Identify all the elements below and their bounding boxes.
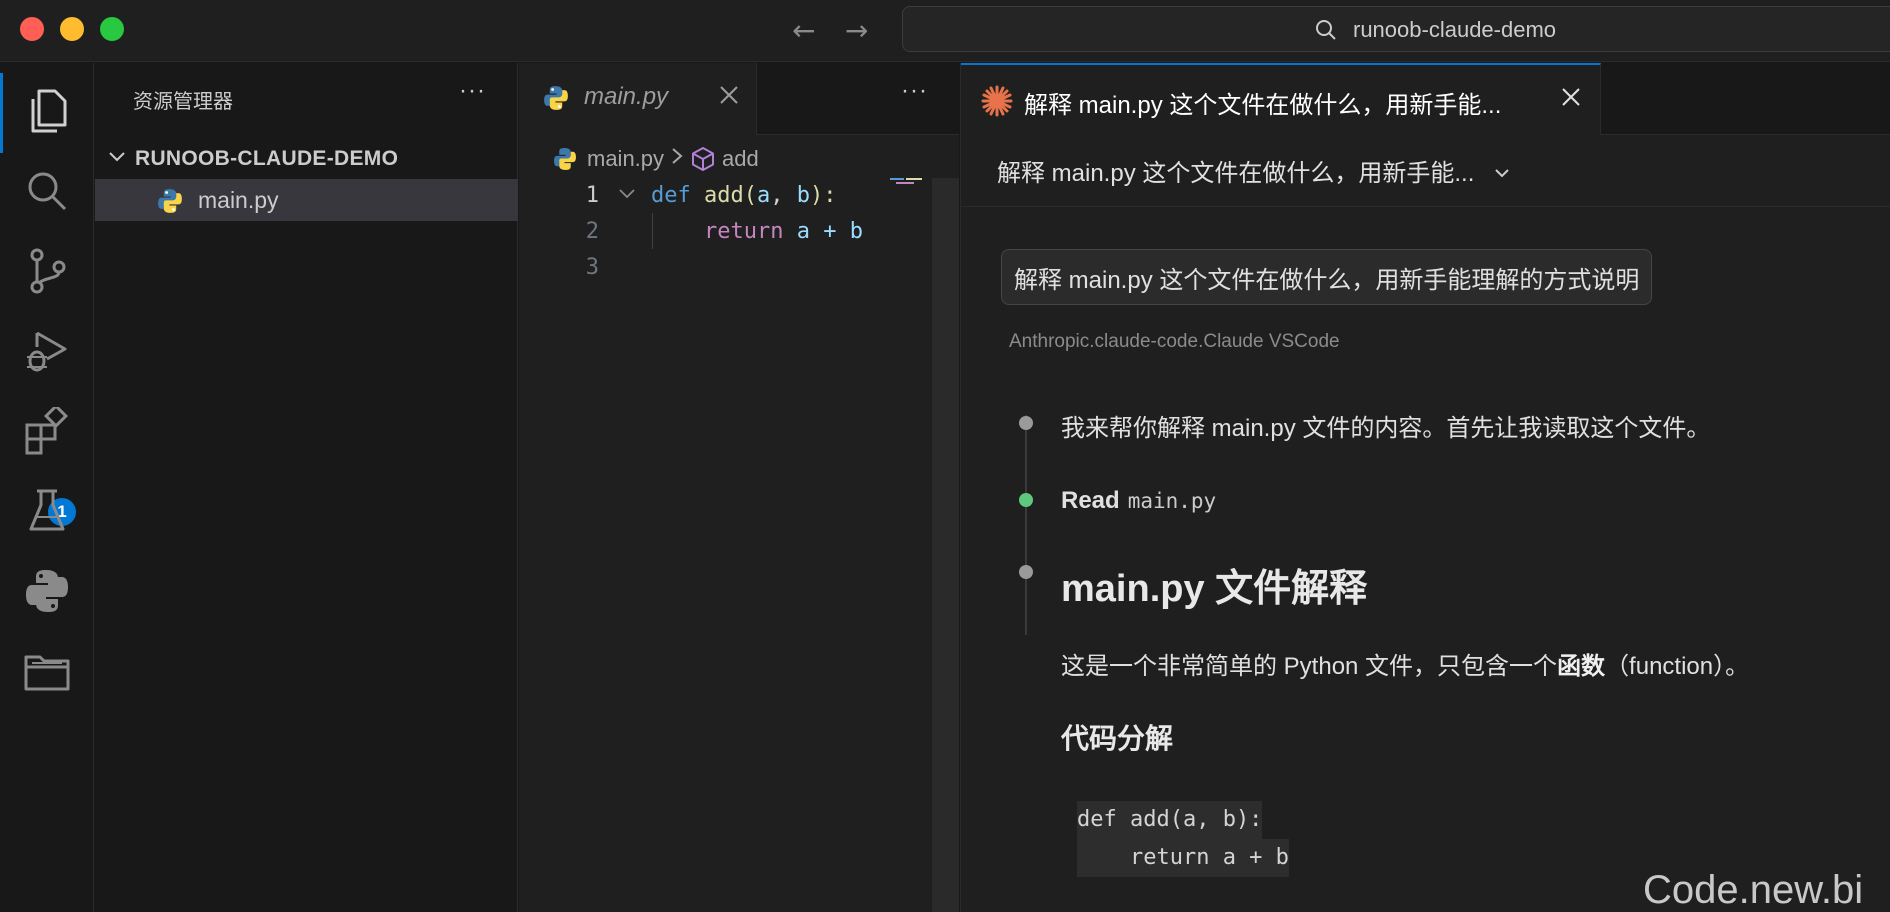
message-meta: Anthropic.claude-code.Claude VSCode: [1009, 331, 1340, 352]
timeline-dot: [1019, 416, 1033, 430]
line-number: 3: [585, 255, 599, 280]
file-name: main.py: [198, 187, 279, 213]
keyword: def: [651, 183, 691, 208]
tool-read-call[interactable]: Read main.py: [1061, 487, 1216, 515]
python-file-icon: [157, 188, 183, 219]
close-icon[interactable]: [1559, 85, 1583, 114]
tool-status-dot: [1019, 493, 1033, 507]
chevron-right-icon: [670, 146, 684, 172]
title-bar: ← → runoob-claude-demo: [0, 0, 1890, 62]
extensions-icon: [23, 403, 71, 460]
file-row-main-py[interactable]: main.py: [95, 179, 518, 221]
folder-name: RUNOOB-CLAUDE-DEMO: [135, 147, 399, 170]
param: b: [796, 183, 810, 208]
run-debug-activity[interactable]: [0, 313, 94, 393]
response-heading: main.py 文件解释: [1061, 568, 1368, 610]
breadcrumb: main.py add: [553, 143, 759, 175]
code-block-line: def add(a, b):: [1077, 801, 1263, 839]
paren: (: [743, 183, 757, 208]
forward-arrow-icon[interactable]: →: [845, 14, 868, 47]
source-control-icon: [25, 247, 69, 300]
keyword: return: [703, 219, 784, 244]
search-activity[interactable]: [0, 153, 94, 233]
tab-label: main.py: [584, 83, 669, 110]
code-block-line: return a + b: [1077, 839, 1289, 877]
para-text: 这是一个非常简单的 Python 文件，只包含一个: [1061, 653, 1558, 680]
editor-scrollbar[interactable]: [932, 178, 959, 912]
function-name: add: [704, 183, 744, 208]
minimap-line: [906, 178, 922, 180]
activity-bar: 1: [0, 63, 94, 912]
response-paragraph: 这是一个非常简单的 Python 文件，只包含一个函数（function）。: [1061, 646, 1749, 681]
chevron-down-icon: [107, 147, 127, 172]
close-window-button[interactable]: [20, 17, 44, 41]
folder-icon: [24, 651, 70, 696]
para-text: （function）。: [1605, 653, 1750, 680]
timeline-dot: [1019, 565, 1033, 579]
symbol-method-icon: [690, 146, 716, 172]
active-indicator: [0, 73, 3, 153]
code-text: def add(a, b):: [651, 183, 837, 208]
breadcrumb-file[interactable]: main.py: [587, 146, 664, 172]
session-title-dropdown[interactable]: 解释 main.py 这个文件在做什么，用新手能...: [997, 153, 1511, 189]
explorer-icon: [25, 87, 69, 140]
claude-panel: 解释 main.py 这个文件在做什么，用新手能... 解释 main.py 这…: [960, 63, 1890, 912]
para-bold: 函数: [1557, 653, 1606, 680]
explorer-activity[interactable]: [0, 73, 94, 153]
folder-activity[interactable]: [0, 633, 94, 713]
panel-tabs: 解释 main.py 这个文件在做什么，用新手能...: [961, 63, 1890, 135]
session-title-text: 解释 main.py 这个文件在做什么，用新手能...: [997, 160, 1475, 187]
source-control-activity[interactable]: [0, 233, 94, 313]
tool-file: main.py: [1127, 489, 1217, 513]
explorer-sidebar: 资源管理器 ··· RUNOOB-CLAUDE-DEMO main.py: [95, 63, 518, 912]
expression: a + b: [783, 219, 863, 244]
editor-more-button[interactable]: ···: [901, 77, 928, 105]
tab-claude-session[interactable]: 解释 main.py 这个文件在做什么，用新手能...: [961, 63, 1601, 135]
editor-tabs: main.py ···: [519, 63, 959, 135]
search-icon: [1315, 19, 1337, 46]
close-icon[interactable]: [717, 83, 741, 112]
minimap-line: [896, 182, 914, 184]
line-number: 2: [585, 219, 599, 244]
timeline-line: [1025, 415, 1027, 635]
panel-tab-title: 解释 main.py 这个文件在做什么，用新手能...: [1024, 92, 1502, 119]
param: a: [757, 183, 771, 208]
tool-name: Read: [1061, 487, 1120, 514]
response-subheading: 代码分解: [1061, 723, 1174, 754]
folder-row[interactable]: RUNOOB-CLAUDE-DEMO: [95, 141, 518, 177]
minimap-line: [890, 178, 904, 180]
claude-spark-icon: [981, 85, 1013, 122]
breadcrumb-symbol[interactable]: add: [722, 146, 759, 172]
line-number: 1: [585, 183, 599, 208]
user-message: 解释 main.py 这个文件在做什么，用新手能理解的方式说明: [1001, 249, 1653, 305]
extensions-activity[interactable]: [0, 393, 94, 473]
command-center-search[interactable]: runoob-claude-demo: [902, 6, 1890, 52]
testing-activity[interactable]: [0, 473, 94, 553]
comma: ,: [770, 183, 797, 208]
chevron-down-icon: [1493, 161, 1511, 189]
fold-chevron-icon[interactable]: [617, 183, 637, 209]
response-code-block: def add(a, b): return a + b: [1077, 801, 1289, 877]
maximize-window-button[interactable]: [100, 17, 124, 41]
python-activity[interactable]: [0, 553, 94, 633]
python-file-icon: [543, 85, 569, 116]
watermark: Code.new.bi: [1643, 868, 1864, 912]
run-debug-icon: [23, 327, 71, 380]
testing-icon: [27, 487, 67, 540]
tab-main-py[interactable]: main.py: [519, 63, 757, 135]
explorer-more-button[interactable]: ···: [459, 77, 486, 105]
divider: [961, 206, 1890, 207]
command-center-text: runoob-claude-demo: [1353, 17, 1557, 42]
python-icon: [24, 568, 70, 619]
minimap[interactable]: [886, 178, 931, 912]
code-text: return a + b: [651, 219, 863, 244]
search-icon: [25, 169, 69, 218]
python-file-icon: [553, 147, 577, 171]
explorer-title: 资源管理器: [133, 91, 233, 113]
assistant-intro: 我来帮你解释 main.py 文件的内容。首先让我读取这个文件。: [1061, 415, 1711, 442]
minimize-window-button[interactable]: [60, 17, 84, 41]
paren: ):: [810, 183, 837, 208]
back-arrow-icon[interactable]: ←: [792, 14, 815, 47]
